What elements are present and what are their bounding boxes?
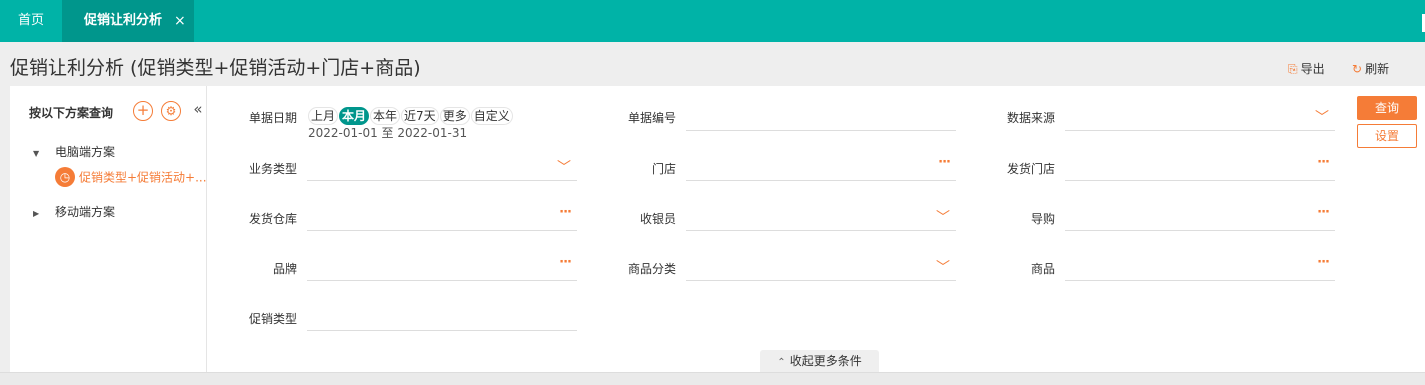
scheme-sidebar: 按以下方案查询 + ⚙ « ▼ 电脑端方案 ◷ 促销类型+促销活动+... ▶ 移动端…	[10, 86, 207, 372]
caret-right-icon: ▶	[33, 209, 40, 218]
export-button[interactable]: ⎘ 导出	[1288, 60, 1325, 77]
warehouse-label: 发货仓库	[248, 212, 297, 226]
more-dots-icon[interactable]: ···	[938, 155, 951, 170]
date-option-custom[interactable]: 自定义	[470, 107, 513, 125]
tree-node-pc[interactable]: ▼ 电脑端方案	[33, 143, 115, 160]
query-button[interactable]: 查询	[1357, 96, 1417, 120]
gear-icon[interactable]: ⚙	[161, 101, 181, 121]
page-title: 促销让利分析 (促销类型+促销活动+门店+商品)	[10, 57, 421, 79]
more-dots-icon[interactable]: ···	[1317, 255, 1330, 270]
category-label: 商品分类	[627, 262, 676, 276]
tab-bar: 首页 促销让利分析 ×	[0, 0, 1425, 42]
product-label: 商品	[1030, 262, 1055, 276]
ship-store-picker[interactable]: ···	[1065, 155, 1335, 181]
biz-type-label: 业务类型	[248, 162, 297, 176]
chevron-down-icon: ﹀	[1315, 110, 1329, 126]
add-scheme-button[interactable]: +	[133, 101, 153, 121]
more-dots-icon[interactable]: ···	[559, 255, 572, 270]
chevron-down-icon: ﹀	[557, 160, 571, 176]
promo-type-label: 促销类型	[248, 312, 297, 326]
chevron-down-icon: ﹀	[936, 210, 950, 226]
more-dots-icon[interactable]: ···	[559, 205, 572, 220]
ship-store-label: 发货门店	[1006, 162, 1055, 176]
date-label: 单据日期	[248, 111, 297, 125]
double-chevron-up-icon: ⌃	[777, 357, 786, 368]
refresh-icon: ↻	[1352, 62, 1363, 76]
query-panel: 按以下方案查询 + ⚙ « ▼ 电脑端方案 ◷ 促销类型+促销活动+... ▶ 移动端…	[10, 86, 1425, 372]
tree-node-label: 电脑端方案	[55, 145, 116, 159]
more-dots-icon[interactable]: ···	[1317, 155, 1330, 170]
collapse-more-label: 收起更多条件	[789, 354, 862, 368]
date-quick-options: 上月 本月 本年 近7天 更多 自定义	[308, 107, 514, 125]
export-label: 导出	[1300, 62, 1325, 76]
date-range-text: 2022-01-01 至 2022-01-31	[308, 126, 468, 140]
brand-picker[interactable]: ···	[307, 255, 577, 281]
bottom-strip	[0, 372, 1425, 385]
category-select[interactable]: ﹀	[686, 255, 956, 281]
collapse-more-button[interactable]: ⌃ 收起更多条件	[760, 350, 879, 372]
scheme-item-selected[interactable]: ◷ 促销类型+促销活动+...	[55, 167, 207, 191]
refresh-button[interactable]: ↻ 刷新	[1352, 60, 1389, 77]
close-icon[interactable]: ×	[174, 0, 186, 42]
scheme-title: 按以下方案查询	[29, 106, 114, 120]
date-option-last-7-days[interactable]: 近7天	[401, 107, 439, 125]
cashier-select[interactable]: ﹀	[686, 205, 956, 231]
caret-down-icon: ▼	[33, 149, 40, 158]
tab-promo-analysis[interactable]: 促销让利分析 ×	[62, 0, 194, 42]
date-option-this-month[interactable]: 本月	[339, 107, 370, 125]
doc-no-label: 单据编号	[627, 111, 676, 125]
store-label: 门店	[651, 162, 676, 176]
clock-icon: ◷	[55, 167, 75, 187]
doc-no-input[interactable]	[686, 105, 956, 131]
data-source-label: 数据来源	[1006, 111, 1055, 125]
store-picker[interactable]: ···	[686, 155, 956, 181]
collapse-sidebar-icon[interactable]: «	[189, 100, 207, 122]
scheme-item-label: 促销类型+促销活动+...	[79, 170, 207, 185]
cashier-label: 收银员	[639, 212, 676, 226]
more-dots-icon[interactable]: ···	[1317, 205, 1330, 220]
guide-label: 导购	[1030, 212, 1055, 226]
tab-label: 促销让利分析	[84, 13, 163, 28]
date-option-more[interactable]: 更多	[439, 107, 470, 125]
warehouse-picker[interactable]: ···	[307, 205, 577, 231]
promo-type-input[interactable]	[307, 305, 577, 331]
brand-label: 品牌	[272, 262, 297, 276]
tree-node-label: 移动端方案	[55, 205, 116, 219]
date-option-last-month[interactable]: 上月	[308, 107, 339, 125]
guide-picker[interactable]: ···	[1065, 205, 1335, 231]
data-source-select[interactable]: ﹀	[1065, 105, 1335, 131]
settings-button[interactable]: 设置	[1357, 124, 1417, 148]
product-picker[interactable]: ···	[1065, 255, 1335, 281]
biz-type-select[interactable]: ﹀	[307, 155, 577, 181]
tab-home[interactable]: 首页	[0, 0, 62, 42]
chevron-down-icon: ﹀	[936, 260, 950, 276]
export-icon: ⎘	[1288, 62, 1298, 76]
refresh-label: 刷新	[1365, 62, 1390, 76]
date-option-this-year[interactable]: 本年	[370, 107, 401, 125]
tree-node-mobile[interactable]: ▶ 移动端方案	[33, 203, 115, 220]
